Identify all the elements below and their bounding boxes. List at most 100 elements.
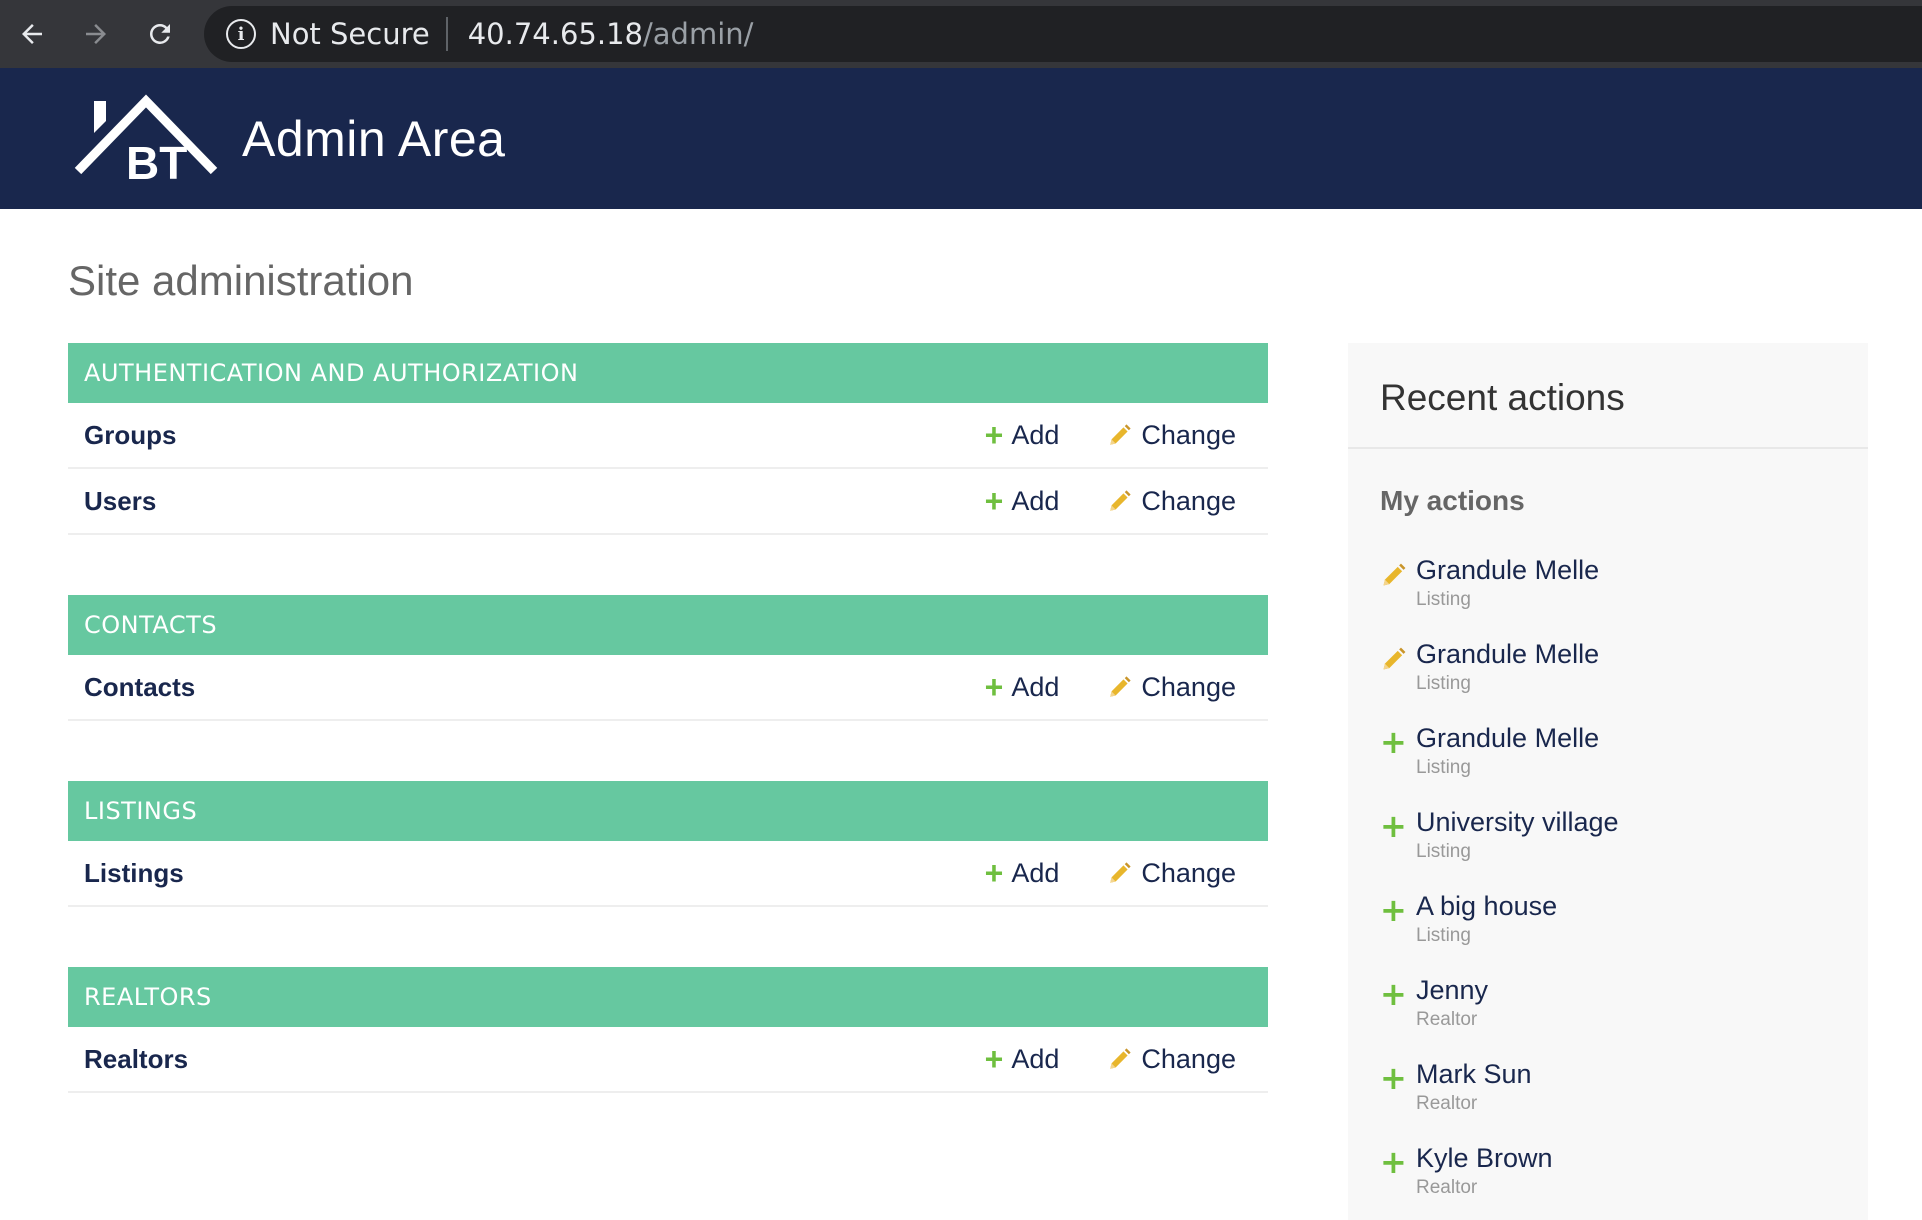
plus-icon: + xyxy=(984,669,1004,705)
module-caption-text[interactable]: LISTINGS xyxy=(84,797,197,825)
action-item: Grandule Melle Listing xyxy=(1380,555,1868,645)
plus-icon: + xyxy=(984,855,1004,891)
action-item-link[interactable]: Mark Sun xyxy=(1416,1059,1532,1090)
pencil-icon xyxy=(1110,676,1132,697)
recent-actions-title: Recent actions xyxy=(1348,343,1868,449)
add-label: Add xyxy=(1011,485,1060,516)
security-label: Not Secure xyxy=(270,17,430,51)
module-caption-text[interactable]: CONTACTS xyxy=(84,611,217,639)
module-caption-text[interactable]: AUTHENTICATION AND AUTHORIZATION xyxy=(84,359,578,387)
info-icon[interactable]: i xyxy=(226,19,256,49)
plus-icon: + xyxy=(1380,891,1407,929)
site-title[interactable]: Admin Area xyxy=(242,110,505,168)
model-link-listings[interactable]: Listings xyxy=(84,858,184,889)
admin-header: BT Admin Area xyxy=(0,68,1922,209)
add-users-button[interactable]: + Add xyxy=(985,485,1060,517)
module-auth: AUTHENTICATION AND AUTHORIZATION Groups … xyxy=(68,343,1268,535)
add-label: Add xyxy=(1011,671,1060,702)
recent-actions-panel: Recent actions My actions Grandule Melle… xyxy=(1348,343,1868,1220)
action-item: + University village Listing xyxy=(1380,807,1868,897)
pencil-icon xyxy=(1110,424,1132,445)
action-item-link[interactable]: A big house xyxy=(1416,891,1557,922)
plus-icon: + xyxy=(984,417,1004,453)
action-item-type: Listing xyxy=(1416,589,1471,610)
module-caption[interactable]: REALTORS xyxy=(68,967,1268,1027)
row-actions: + Add Change xyxy=(985,403,1236,467)
model-row-users: Users + Add Change xyxy=(68,469,1268,535)
add-listings-button[interactable]: + Add xyxy=(985,857,1060,889)
page-title: Site administration xyxy=(68,257,414,304)
action-item: + A big house Listing xyxy=(1380,891,1868,981)
row-actions: + Add Change xyxy=(985,841,1236,905)
browser-toolbar: i Not Secure 40.74.65.18/admin/ xyxy=(0,0,1922,68)
action-item-type: Realtor xyxy=(1416,1009,1478,1030)
change-groups-button[interactable]: Change xyxy=(1107,420,1236,451)
model-link-realtors[interactable]: Realtors xyxy=(84,1044,188,1075)
action-item-type: Listing xyxy=(1416,925,1471,946)
app-list: AUTHENTICATION AND AUTHORIZATION Groups … xyxy=(68,343,1268,1153)
change-label: Change xyxy=(1141,671,1236,702)
change-users-button[interactable]: Change xyxy=(1107,486,1236,517)
add-label: Add xyxy=(1011,857,1060,888)
action-item: + Kyle Brown Realtor xyxy=(1380,1143,1868,1220)
row-actions: + Add Change xyxy=(985,469,1236,533)
action-item-link[interactable]: Grandule Melle xyxy=(1416,555,1599,586)
add-label: Add xyxy=(1011,419,1060,450)
plus-icon: + xyxy=(1380,1143,1407,1181)
model-link-users[interactable]: Users xyxy=(84,486,156,517)
action-item-type: Listing xyxy=(1416,673,1471,694)
model-row-listings: Listings + Add Change xyxy=(68,841,1268,907)
add-contacts-button[interactable]: + Add xyxy=(985,671,1060,703)
change-listings-button[interactable]: Change xyxy=(1107,858,1236,889)
add-realtors-button[interactable]: + Add xyxy=(985,1043,1060,1075)
change-label: Change xyxy=(1141,857,1236,888)
change-label: Change xyxy=(1141,419,1236,450)
change-label: Change xyxy=(1141,1043,1236,1074)
model-link-groups[interactable]: Groups xyxy=(84,420,176,451)
model-row-realtors: Realtors + Add Change xyxy=(68,1027,1268,1093)
action-item-link[interactable]: Grandule Melle xyxy=(1416,639,1599,670)
action-item-link[interactable]: Grandule Melle xyxy=(1416,723,1599,754)
pencil-icon xyxy=(1110,862,1132,883)
row-actions: + Add Change xyxy=(985,1027,1236,1091)
forward-button[interactable] xyxy=(74,12,118,56)
action-item: Grandule Melle Listing xyxy=(1380,639,1868,729)
action-item-link[interactable]: Kyle Brown xyxy=(1416,1143,1553,1174)
model-row-groups: Groups + Add Change xyxy=(68,403,1268,469)
pencil-icon xyxy=(1383,563,1406,586)
bt-house-logo[interactable]: BT xyxy=(74,93,220,185)
plus-icon: + xyxy=(1380,975,1407,1013)
reload-icon xyxy=(150,24,170,44)
arrow-right-icon xyxy=(86,24,106,44)
plus-icon: + xyxy=(984,1041,1004,1077)
change-realtors-button[interactable]: Change xyxy=(1107,1044,1236,1075)
address-bar[interactable]: i Not Secure 40.74.65.18/admin/ xyxy=(204,6,1922,62)
model-row-contacts: Contacts + Add Change xyxy=(68,655,1268,721)
change-contacts-button[interactable]: Change xyxy=(1107,672,1236,703)
add-groups-button[interactable]: + Add xyxy=(985,419,1060,451)
module-caption[interactable]: CONTACTS xyxy=(68,595,1268,655)
back-button[interactable] xyxy=(10,12,54,56)
plus-icon: + xyxy=(1380,723,1407,761)
model-link-contacts[interactable]: Contacts xyxy=(84,672,195,703)
url-host: 40.74.65.18 xyxy=(467,17,643,51)
module-caption[interactable]: AUTHENTICATION AND AUTHORIZATION xyxy=(68,343,1268,403)
reload-button[interactable] xyxy=(138,12,182,56)
plus-icon: + xyxy=(1380,1059,1407,1097)
action-item-type: Listing xyxy=(1416,757,1471,778)
change-label: Change xyxy=(1141,485,1236,516)
module-caption[interactable]: LISTINGS xyxy=(68,781,1268,841)
action-item-type: Realtor xyxy=(1416,1093,1478,1114)
module-realtors: REALTORS Realtors + Add Change xyxy=(68,967,1268,1093)
pencil-icon xyxy=(1110,1048,1132,1069)
arrow-left-icon xyxy=(22,24,42,44)
action-item-type: Realtor xyxy=(1416,1177,1478,1198)
action-list: Grandule Melle Listing Grandule Melle Li… xyxy=(1348,555,1868,1220)
action-item: + Grandule Melle Listing xyxy=(1380,723,1868,813)
module-caption-text[interactable]: REALTORS xyxy=(84,983,212,1011)
module-contacts: CONTACTS Contacts + Add Change xyxy=(68,595,1268,721)
action-item-link[interactable]: Jenny xyxy=(1416,975,1488,1006)
module-listings: LISTINGS Listings + Add Change xyxy=(68,781,1268,907)
add-label: Add xyxy=(1011,1043,1060,1074)
action-item-link[interactable]: University village xyxy=(1416,807,1619,838)
